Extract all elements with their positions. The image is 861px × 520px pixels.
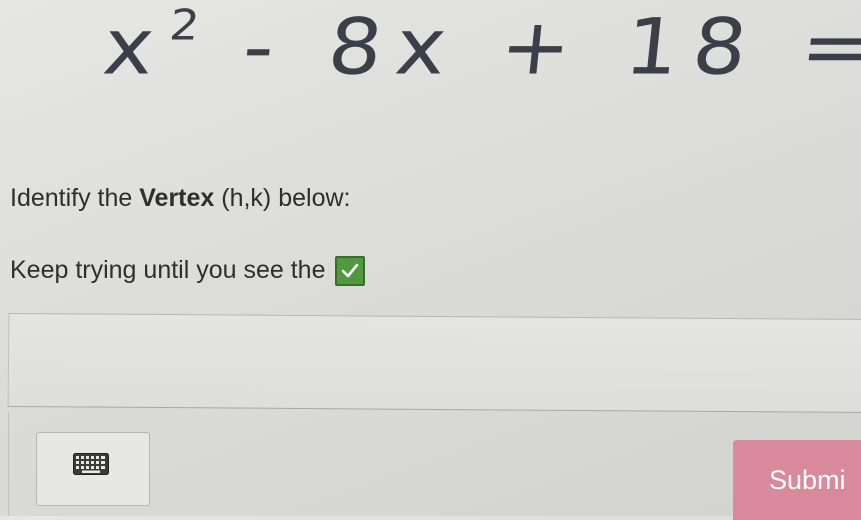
check-icon (335, 256, 366, 286)
equation: x2 - 8x + 18 = 0 (99, 0, 861, 92)
instruction-suffix: (h,k) below: (214, 184, 351, 212)
hint-label: Keep trying until you see the (10, 255, 326, 284)
keyboard-button[interactable] (36, 432, 150, 506)
equation-rest: - 8x + 18 = 0 (238, 1, 861, 92)
instruction-bold: Vertex (139, 184, 215, 212)
answer-input[interactable] (38, 322, 824, 402)
equation-exponent: 2 (167, 0, 208, 50)
equation-base: x (99, 1, 173, 92)
submit-button[interactable]: Submi (733, 440, 861, 520)
answer-panel (7, 312, 861, 414)
hint-text: Keep trying until you see the (10, 255, 366, 286)
instruction-text: Identify the Vertex (h,k) below: (10, 184, 350, 213)
keyboard-icon (73, 453, 109, 475)
instruction-prefix: Identify the (10, 184, 140, 212)
